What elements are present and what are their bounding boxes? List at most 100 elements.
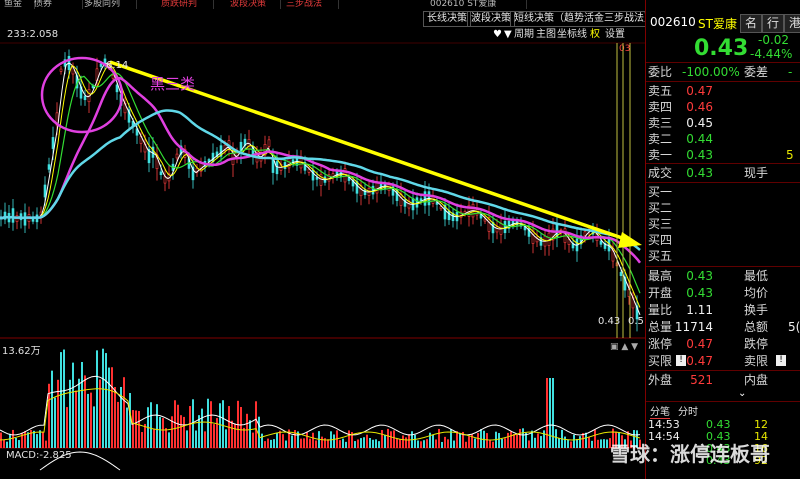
candle-body bbox=[447, 210, 451, 221]
volume-bar bbox=[534, 437, 536, 448]
volume-bar bbox=[549, 378, 551, 448]
volume-bar bbox=[516, 434, 518, 448]
volume-bar bbox=[204, 431, 206, 448]
volume-bar bbox=[567, 439, 569, 448]
volume-bar bbox=[312, 432, 314, 448]
volume-bar bbox=[96, 350, 98, 448]
volume-bar bbox=[306, 432, 308, 448]
volume-bar bbox=[264, 441, 266, 448]
tab-fenshi[interactable]: 分时 bbox=[678, 403, 698, 418]
volume-bar bbox=[432, 434, 434, 448]
hk-button[interactable]: 港 bbox=[784, 14, 800, 33]
stat-label: 涨停 bbox=[648, 337, 673, 351]
volume-bar bbox=[354, 441, 356, 448]
volume-bar bbox=[258, 416, 260, 448]
volume-bar bbox=[165, 428, 167, 448]
sell-volume: 5 bbox=[786, 148, 794, 162]
stat-label: 买限 bbox=[648, 354, 673, 368]
volume-bar bbox=[372, 439, 374, 448]
volume-bar bbox=[132, 410, 134, 448]
volume-bar bbox=[399, 438, 401, 448]
industry-button[interactable]: 行 bbox=[762, 14, 784, 33]
volume-bar bbox=[543, 430, 545, 448]
volume-bar bbox=[342, 438, 344, 448]
volume-bar bbox=[501, 438, 503, 448]
volume-bar bbox=[78, 378, 80, 448]
candle-body bbox=[159, 171, 163, 176]
volume-bar bbox=[162, 418, 164, 448]
expand-icon[interactable]: ⌄ bbox=[738, 388, 746, 399]
candle-body bbox=[267, 139, 271, 147]
volume-bar bbox=[108, 367, 110, 448]
name-button[interactable]: 名 bbox=[740, 14, 762, 33]
volume-bar bbox=[180, 415, 182, 448]
volume-bar bbox=[243, 427, 245, 448]
panel-icons[interactable]: ▣ ▲ ▼ bbox=[610, 342, 638, 352]
volume-bar bbox=[537, 433, 539, 448]
volume-bar bbox=[225, 429, 227, 448]
volume-bar bbox=[12, 429, 14, 448]
stat-value: 0.43 bbox=[686, 286, 713, 300]
volume-bar bbox=[216, 418, 218, 448]
candle-body bbox=[99, 63, 103, 67]
volume-bar bbox=[414, 434, 416, 448]
volume-bar bbox=[300, 438, 302, 448]
volume-bar bbox=[381, 430, 383, 448]
volume-bar bbox=[576, 439, 578, 448]
stat-row: 最高 0.43 最低 bbox=[646, 267, 800, 285]
volume-bar bbox=[219, 403, 221, 448]
volume-bar bbox=[423, 440, 425, 448]
volume-bar bbox=[348, 430, 350, 448]
volume-bar bbox=[255, 401, 257, 448]
info-icon[interactable]: ! bbox=[776, 355, 786, 366]
volume-bar bbox=[417, 440, 419, 448]
volume-bar bbox=[57, 379, 59, 448]
price-chart bbox=[0, 42, 645, 471]
volume-bar bbox=[189, 406, 191, 448]
volume-bar bbox=[402, 435, 404, 448]
volume-bar bbox=[384, 434, 386, 448]
volume-bar bbox=[600, 439, 602, 448]
candle-body bbox=[271, 159, 275, 173]
volume-bar bbox=[111, 367, 113, 448]
volume-bar bbox=[15, 437, 17, 448]
volume-bar bbox=[213, 424, 215, 448]
volume-bar bbox=[177, 404, 179, 448]
stat-label: 量比 bbox=[648, 303, 673, 317]
volume-bar bbox=[540, 436, 542, 448]
volume-bar bbox=[405, 437, 407, 448]
volume-bar bbox=[447, 439, 449, 448]
volume-bar bbox=[486, 433, 488, 448]
tab-fenbi[interactable]: 分笔 bbox=[650, 403, 670, 419]
volume-bar bbox=[3, 439, 5, 448]
volume-bar bbox=[492, 441, 494, 448]
price-change-pct: -4.44% bbox=[750, 47, 793, 61]
volume-bar bbox=[393, 430, 395, 448]
volume-bar bbox=[9, 433, 11, 448]
volume-bar bbox=[135, 410, 137, 448]
stat-label: 总量 bbox=[648, 320, 673, 334]
macd-label: MACD:-2.825 bbox=[6, 450, 72, 461]
current-price: 0.43 bbox=[694, 36, 749, 61]
volume-bar bbox=[552, 378, 554, 448]
volume-bar bbox=[174, 400, 176, 448]
info-icon[interactable]: ! bbox=[676, 355, 686, 366]
high-price-label: 6.14 bbox=[106, 60, 129, 71]
stock-name: ST爱康 bbox=[698, 17, 737, 31]
volume-bar bbox=[45, 440, 47, 448]
volume-bar bbox=[24, 431, 26, 448]
volume-bar bbox=[441, 441, 443, 448]
volume-bar bbox=[282, 434, 284, 448]
stat-label-2: 均价 bbox=[744, 286, 769, 300]
ma-short-line bbox=[0, 62, 641, 315]
weibi-row: 委比 -100.00% 委差 - bbox=[648, 65, 793, 79]
volume-bar bbox=[426, 439, 428, 448]
volume-bar bbox=[588, 437, 590, 448]
volume-bar bbox=[18, 440, 20, 448]
volume-bar bbox=[267, 438, 269, 448]
volume-bar bbox=[510, 431, 512, 448]
volume-bar bbox=[261, 433, 263, 448]
candle-body bbox=[11, 208, 15, 223]
volume-bar bbox=[360, 438, 362, 448]
stat-label-2: 换手 bbox=[744, 303, 769, 317]
